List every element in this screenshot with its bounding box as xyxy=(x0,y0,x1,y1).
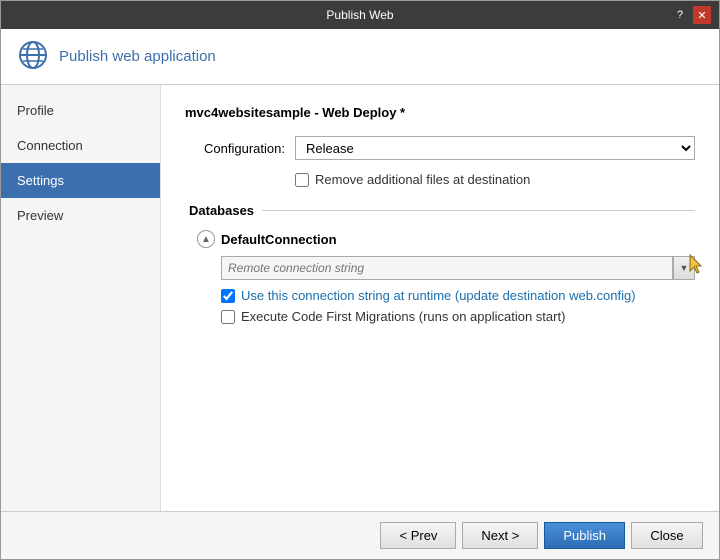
connection-browse-button[interactable]: ▼ xyxy=(673,256,695,280)
db-title-row: ▲ DefaultConnection xyxy=(197,230,695,248)
prev-button[interactable]: < Prev xyxy=(380,522,456,549)
close-button[interactable]: Close xyxy=(631,522,703,549)
window-title: Publish Web xyxy=(49,8,671,22)
execute-migrations-row: Execute Code First Migrations (runs on a… xyxy=(221,309,695,324)
sidebar-item-settings[interactable]: Settings xyxy=(1,163,160,198)
use-connection-string-row: Use this connection string at runtime (u… xyxy=(221,288,695,303)
content-area: Profile Connection Settings Preview mvc4… xyxy=(1,85,719,511)
execute-migrations-label: Execute Code First Migrations (runs on a… xyxy=(241,309,565,324)
sidebar-item-profile[interactable]: Profile xyxy=(1,93,160,128)
remove-files-row: Remove additional files at destination xyxy=(295,172,695,187)
footer: < Prev Next > Publish Close xyxy=(1,511,719,559)
remove-files-checkbox[interactable] xyxy=(295,173,309,187)
configuration-row: Configuration: Release xyxy=(185,136,695,160)
close-window-button[interactable]: ✕ xyxy=(693,6,711,24)
title-bar: Publish Web ? ✕ xyxy=(1,1,719,29)
section-heading: mvc4websitesample - Web Deploy * xyxy=(185,105,695,120)
help-button[interactable]: ? xyxy=(671,6,689,24)
connection-string-input[interactable] xyxy=(221,256,673,280)
databases-label: Databases xyxy=(189,203,254,218)
next-button[interactable]: Next > xyxy=(462,522,538,549)
configuration-select[interactable]: Release xyxy=(295,136,695,160)
header-bar: Publish web application xyxy=(1,29,719,85)
main-content: mvc4websitesample - Web Deploy * Configu… xyxy=(161,85,719,511)
collapse-button[interactable]: ▲ xyxy=(197,230,215,248)
title-bar-controls: ? ✕ xyxy=(671,6,711,24)
globe-icon xyxy=(17,39,49,74)
configuration-label: Configuration: xyxy=(185,141,285,156)
db-name: DefaultConnection xyxy=(221,232,337,247)
header-title: Publish web application xyxy=(59,48,216,65)
publish-button[interactable]: Publish xyxy=(544,522,625,549)
default-connection-section: ▲ DefaultConnection ▼ xyxy=(197,230,695,324)
databases-header: Databases xyxy=(185,203,695,218)
execute-migrations-checkbox[interactable] xyxy=(221,310,235,324)
remove-files-label: Remove additional files at destination xyxy=(315,172,530,187)
use-connection-string-label: Use this connection string at runtime (u… xyxy=(241,288,636,303)
databases-divider xyxy=(262,210,695,211)
connection-string-row: ▼ xyxy=(221,256,695,280)
sidebar: Profile Connection Settings Preview xyxy=(1,85,161,511)
publish-web-dialog: Publish Web ? ✕ Publish web application … xyxy=(0,0,720,560)
sidebar-item-preview[interactable]: Preview xyxy=(1,198,160,233)
databases-section: Databases ▲ DefaultConnection ▼ xyxy=(185,203,695,324)
sidebar-item-connection[interactable]: Connection xyxy=(1,128,160,163)
use-connection-string-checkbox[interactable] xyxy=(221,289,235,303)
